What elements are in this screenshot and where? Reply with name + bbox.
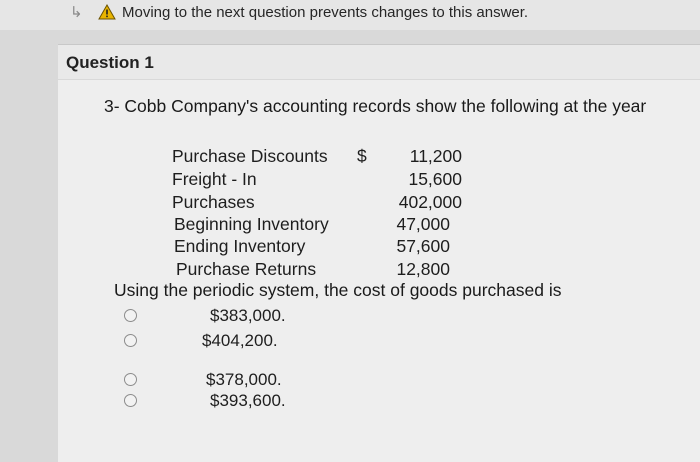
record-label: Ending Inventory [174, 236, 306, 256]
warning-text: Moving to the next question prevents cha… [122, 3, 529, 21]
record-value: 57,600 [396, 236, 450, 256]
question-text: 3- Cobb Company's accounting records sho… [104, 96, 647, 116]
record-value: 15,600 [408, 169, 462, 189]
record-value: 11,200 [409, 146, 462, 166]
answer-option[interactable]: $404,200. [124, 331, 324, 351]
answer-option[interactable]: $378,000. [124, 370, 324, 390]
option-label[interactable]: $393,600. [210, 391, 286, 411]
record-value: 402,000 [398, 192, 462, 212]
record-label: Freight - In [172, 169, 257, 189]
option-label[interactable]: $404,200. [202, 331, 278, 351]
radio-button[interactable] [124, 334, 137, 347]
question-header: Question 1 [58, 44, 700, 79]
answer-option[interactable]: $393,600. [124, 391, 324, 411]
record-row: Freight - In 15,600 [172, 169, 462, 191]
record-label: Purchase Discounts [172, 146, 328, 166]
option-label[interactable]: $378,000. [206, 370, 282, 390]
arrow-right-icon: ↳ [70, 4, 83, 21]
record-row: Ending Inventory 57,600 [174, 236, 450, 258]
answer-option[interactable]: $383,000. [124, 306, 324, 326]
record-value: 12,800 [396, 259, 450, 279]
option-label[interactable]: $383,000. [210, 306, 286, 326]
record-label: Purchases [172, 192, 255, 212]
radio-button[interactable] [124, 394, 137, 407]
radio-button[interactable] [124, 309, 137, 322]
record-value: 47,000 [396, 214, 450, 234]
warning-bar: ↳ Moving to the next question prevents c… [0, 0, 700, 30]
radio-button[interactable] [124, 373, 137, 386]
record-row: Purchase Discounts $ 11,200 [172, 146, 462, 168]
record-row: Purchase Returns 12,800 [176, 259, 450, 281]
warning-message: ↳ Moving to the next question prevents c… [70, 0, 528, 24]
question-prompt: Using the periodic system, the cost of g… [114, 280, 562, 300]
record-currency: $ [357, 146, 367, 166]
record-row: Beginning Inventory 47,000 [174, 214, 450, 236]
question-body: 3- Cobb Company's accounting records sho… [58, 80, 700, 462]
record-label: Beginning Inventory [174, 214, 329, 234]
record-row: Purchases 402,000 [172, 192, 462, 214]
warning-icon [98, 4, 116, 20]
question-title: Question 1 [66, 53, 154, 72]
record-label: Purchase Returns [176, 259, 317, 279]
